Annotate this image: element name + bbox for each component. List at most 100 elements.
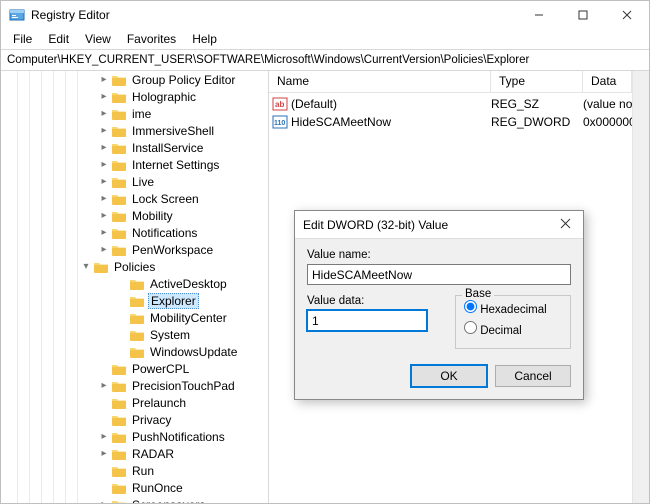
menu-favorites[interactable]: Favorites <box>119 30 184 48</box>
value-type-icon: 110 <box>269 114 291 130</box>
value-type-icon: ab <box>269 96 291 112</box>
svg-text:ab: ab <box>275 100 284 109</box>
tree-item[interactable]: ActiveDesktop <box>1 275 269 292</box>
tree-item[interactable]: ▸ime <box>1 105 269 122</box>
tree-expand-icon[interactable]: ▸ <box>97 380 111 391</box>
address-bar[interactable]: Computer\HKEY_CURRENT_USER\SOFTWARE\Micr… <box>1 49 649 71</box>
tree-item[interactable]: ▸Group Policy Editor <box>1 71 269 88</box>
tree-expand-icon[interactable]: ▸ <box>97 159 111 170</box>
tree-item[interactable]: Privacy <box>1 411 269 428</box>
folder-icon <box>111 481 127 495</box>
value-name-input[interactable] <box>307 264 571 285</box>
folder-icon <box>111 379 127 393</box>
tree-item[interactable]: ▸ImmersiveShell <box>1 122 269 139</box>
tree-item[interactable]: ▸ RADAR <box>1 445 269 462</box>
tree-item[interactable]: ▸Mobility <box>1 207 269 224</box>
dialog-titlebar: Edit DWORD (32-bit) Value <box>295 211 583 239</box>
tree-item[interactable]: System <box>1 326 269 343</box>
tree-expand-icon[interactable]: ▾ <box>79 261 93 272</box>
list-row[interactable]: 110HideSCAMeetNowREG_DWORD0x00000000 <box>269 113 632 131</box>
split-panes: ▸Group Policy Editor▸Holographic▸ime▸Imm… <box>1 71 649 503</box>
tree-expand-icon[interactable]: ▸ <box>97 193 111 204</box>
tree-expand-icon[interactable]: ▸ <box>97 244 111 255</box>
tree-expand-icon[interactable]: ▸ <box>97 210 111 221</box>
tree-expand-icon[interactable]: ▸ <box>97 499 111 503</box>
tree-expand-icon[interactable]: ▸ <box>97 431 111 442</box>
titlebar: Registry Editor <box>1 1 649 29</box>
radio-hexadecimal[interactable]: Hexadecimal <box>464 300 562 318</box>
tree-item[interactable]: ▸ PushNotifications <box>1 428 269 445</box>
list-row[interactable]: ab(Default)REG_SZ(value not s <box>269 95 632 113</box>
tree-item-label: PenWorkspace <box>130 243 215 257</box>
tree-item[interactable]: WindowsUpdate <box>1 343 269 360</box>
tree-item[interactable]: ▸Live <box>1 173 269 190</box>
menubar: File Edit View Favorites Help <box>1 29 649 49</box>
tree-item-label: RADAR <box>130 447 176 461</box>
ok-button[interactable]: OK <box>411 365 487 387</box>
value-type: REG_DWORD <box>491 115 583 129</box>
list-header: Name Type Data <box>269 71 632 93</box>
tree-item[interactable]: ▸Lock Screen <box>1 190 269 207</box>
tree-expand-icon[interactable]: ▸ <box>97 91 111 102</box>
folder-icon <box>111 226 127 240</box>
tree-expand-icon[interactable]: ▸ <box>97 142 111 153</box>
folder-icon <box>111 175 127 189</box>
folder-icon <box>111 362 127 376</box>
tree-item-label: PushNotifications <box>130 430 227 444</box>
tree-item[interactable]: ▸PrecisionTouchPad <box>1 377 269 394</box>
tree-item[interactable]: ▸Holographic <box>1 88 269 105</box>
menu-edit[interactable]: Edit <box>40 30 77 48</box>
col-header-type[interactable]: Type <box>491 71 583 92</box>
registry-editor-window: Registry Editor File Edit View Favorites… <box>0 0 650 504</box>
tree-expand-icon[interactable]: ▸ <box>97 108 111 119</box>
tree-expand-icon[interactable]: ▸ <box>97 176 111 187</box>
maximize-button[interactable] <box>561 1 605 29</box>
tree-item[interactable]: ▾ Policies <box>1 258 269 275</box>
base-legend: Base <box>462 288 494 300</box>
tree-item[interactable]: PowerCPL <box>1 360 269 377</box>
tree-item-label: Explorer <box>148 293 199 309</box>
minimize-button[interactable] <box>517 1 561 29</box>
value-data: (value not s <box>583 97 632 111</box>
tree-item[interactable]: Prelaunch <box>1 394 269 411</box>
folder-icon <box>111 124 127 138</box>
tree-item-label: RunOnce <box>130 481 185 495</box>
tree-pane[interactable]: ▸Group Policy Editor▸Holographic▸ime▸Imm… <box>1 71 269 503</box>
tree-item-label: System <box>148 328 192 342</box>
folder-icon <box>129 345 145 359</box>
menu-file[interactable]: File <box>5 30 40 48</box>
folder-icon <box>111 498 127 504</box>
menu-help[interactable]: Help <box>184 30 225 48</box>
tree-expand-icon[interactable]: ▸ <box>97 74 111 85</box>
radio-decimal-input[interactable] <box>464 321 477 334</box>
tree-expand-icon[interactable]: ▸ <box>97 125 111 136</box>
folder-icon <box>111 107 127 121</box>
list-vertical-scrollbar[interactable] <box>632 71 649 503</box>
tree-item[interactable]: RunOnce <box>1 479 269 496</box>
cancel-button[interactable]: Cancel <box>495 365 571 387</box>
tree-item[interactable]: ▸Screensavers <box>1 496 269 503</box>
tree-item[interactable]: ▸Notifications <box>1 224 269 241</box>
value-name-label: Value name: <box>307 249 571 261</box>
tree-expand-icon[interactable]: ▸ <box>97 448 111 459</box>
folder-icon <box>93 260 109 274</box>
tree-item-label: Internet Settings <box>130 158 221 172</box>
menu-view[interactable]: View <box>77 30 119 48</box>
tree-item[interactable]: MobilityCenter <box>1 309 269 326</box>
col-header-name[interactable]: Name <box>269 71 491 92</box>
folder-icon <box>129 277 145 291</box>
tree-item-label: Policies <box>112 260 157 274</box>
tree-item[interactable]: Explorer <box>1 292 269 309</box>
close-button[interactable] <box>605 1 649 29</box>
col-header-data[interactable]: Data <box>583 71 632 92</box>
tree-item[interactable]: ▸ Internet Settings <box>1 156 269 173</box>
tree-expand-icon[interactable]: ▸ <box>97 227 111 238</box>
tree-item[interactable]: ▸ PenWorkspace <box>1 241 269 258</box>
dialog-close-button[interactable] <box>555 217 575 232</box>
radio-decimal[interactable]: Decimal <box>464 321 562 339</box>
tree-item-label: ActiveDesktop <box>148 277 229 291</box>
tree-item[interactable]: ▸InstallService <box>1 139 269 156</box>
radio-hexadecimal-input[interactable] <box>464 300 477 313</box>
value-data-input[interactable] <box>307 310 427 331</box>
tree-item[interactable]: Run <box>1 462 269 479</box>
